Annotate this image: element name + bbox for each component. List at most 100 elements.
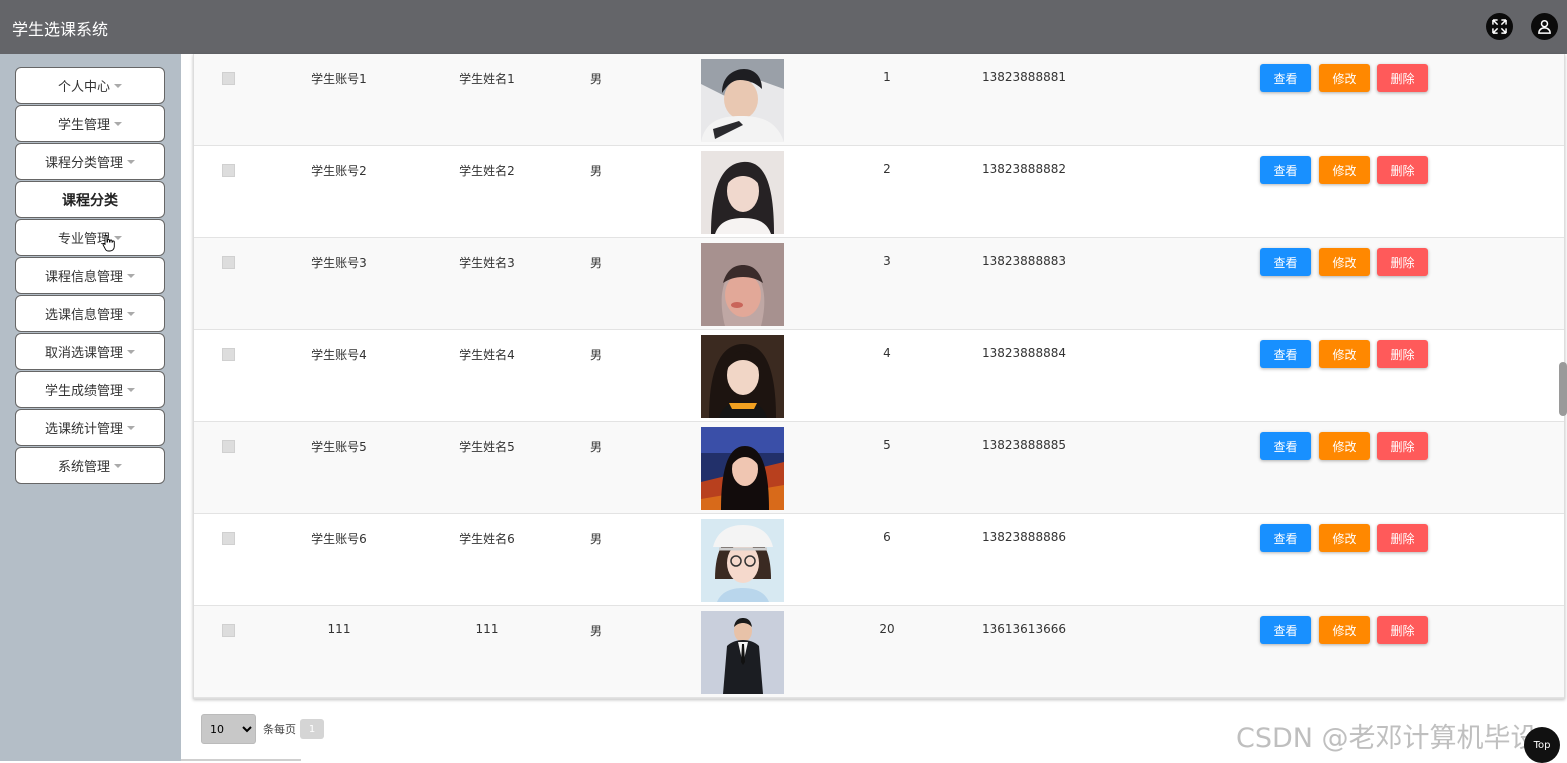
avatar: [701, 59, 784, 142]
view-button[interactable]: 查看: [1260, 248, 1311, 276]
delete-button[interactable]: 删除: [1377, 156, 1428, 184]
row-checkbox[interactable]: [222, 348, 235, 361]
view-button[interactable]: 查看: [1260, 64, 1311, 92]
gender-cell: 男: [589, 164, 602, 178]
account-cell: 学生账号6: [311, 532, 367, 546]
menu-item-label: 系统管理: [57, 460, 110, 475]
main-content: 学生账号1 学生姓名1 男 1 13823888881 查看 修改 删除 学生账…: [181, 54, 1567, 761]
view-button[interactable]: 查看: [1260, 524, 1311, 552]
delete-button[interactable]: 删除: [1377, 616, 1428, 644]
view-button[interactable]: 查看: [1260, 616, 1311, 644]
menu-item-grades-management[interactable]: 学生成绩管理: [15, 371, 165, 408]
name-cell: 学生姓名5: [459, 440, 515, 454]
menu-item-course-info-management[interactable]: 课程信息管理: [15, 257, 165, 294]
app-title: 学生选课系统: [12, 20, 109, 39]
menu-item-major-management[interactable]: 专业管理: [15, 219, 165, 256]
phone-cell: 13823888885: [982, 438, 1066, 452]
row-checkbox[interactable]: [222, 164, 235, 177]
page-size-select[interactable]: 10: [201, 714, 256, 744]
edit-button[interactable]: 修改: [1319, 156, 1370, 184]
avatar: [701, 611, 784, 694]
caret-down-icon: [114, 463, 122, 468]
avatar: [701, 243, 784, 326]
phone-cell: 13613613666: [982, 622, 1066, 636]
edit-button[interactable]: 修改: [1319, 616, 1370, 644]
row-checkbox[interactable]: [222, 440, 235, 453]
edit-button[interactable]: 修改: [1319, 524, 1370, 552]
number-cell: 6: [883, 530, 891, 544]
view-button[interactable]: 查看: [1260, 156, 1311, 184]
table-row: 学生账号1 学生姓名1 男 1 13823888881 查看 修改 删除: [194, 54, 1564, 146]
fullscreen-icon[interactable]: [1486, 13, 1513, 40]
number-cell: 2: [883, 162, 891, 176]
caret-down-icon: [127, 387, 135, 392]
name-cell: 学生姓名6: [459, 532, 515, 546]
delete-button[interactable]: 删除: [1377, 64, 1428, 92]
menu-item-cancel-selection-management[interactable]: 取消选课管理: [15, 333, 165, 370]
avatar: [701, 335, 784, 418]
gender-cell: 男: [589, 532, 602, 546]
name-cell: 111: [475, 622, 499, 636]
phone-cell: 13823888881: [982, 70, 1066, 84]
menu-item-label: 课程分类: [62, 192, 118, 209]
number-cell: 4: [883, 346, 891, 360]
menu-item-label: 取消选课管理: [44, 346, 123, 361]
menu-item-personal-center[interactable]: 个人中心: [15, 67, 165, 104]
edit-button[interactable]: 修改: [1319, 248, 1370, 276]
view-button[interactable]: 查看: [1260, 340, 1311, 368]
menu-item-label: 选课信息管理: [44, 308, 123, 323]
phone-cell: 13823888884: [982, 346, 1066, 360]
row-checkbox[interactable]: [222, 532, 235, 545]
pagination: 10 条每页 1: [201, 714, 324, 744]
table-row: 学生账号4 学生姓名4 男 4 13823888884 查看 修改 删除: [194, 330, 1564, 422]
menu-item-system-management[interactable]: 系统管理: [15, 447, 165, 484]
student-table: 学生账号1 学生姓名1 男 1 13823888881 查看 修改 删除 学生账…: [193, 54, 1565, 699]
page-number-button[interactable]: 1: [300, 719, 324, 739]
edit-button[interactable]: 修改: [1319, 64, 1370, 92]
delete-button[interactable]: 删除: [1377, 432, 1428, 460]
user-icon[interactable]: [1531, 13, 1558, 40]
header-bar: 学生选课系统: [0, 0, 1567, 54]
name-cell: 学生姓名4: [459, 348, 515, 362]
menu-item-label: 选课统计管理: [44, 422, 123, 437]
delete-button[interactable]: 删除: [1377, 248, 1428, 276]
back-to-top-button[interactable]: Top: [1524, 727, 1560, 763]
caret-down-icon: [127, 159, 135, 164]
account-cell: 学生账号3: [311, 256, 367, 270]
menu-item-student-management[interactable]: 学生管理: [15, 105, 165, 142]
row-checkbox[interactable]: [222, 256, 235, 269]
account-cell: 学生账号4: [311, 348, 367, 362]
number-cell: 3: [883, 254, 891, 268]
watermark: CSDN @老邓计算机毕设: [1236, 723, 1538, 754]
account-cell: 学生账号5: [311, 440, 367, 454]
gender-cell: 男: [589, 72, 602, 86]
phone-cell: 13823888882: [982, 162, 1066, 176]
caret-down-icon: [127, 425, 135, 430]
table-row: 学生账号3 学生姓名3 男 3 13823888883 查看 修改 删除: [194, 238, 1564, 330]
edit-button[interactable]: 修改: [1319, 432, 1370, 460]
menu-item-course-category-management[interactable]: 课程分类管理: [15, 143, 165, 180]
delete-button[interactable]: 删除: [1377, 524, 1428, 552]
name-cell: 学生姓名2: [459, 164, 515, 178]
menu-item-selection-info-management[interactable]: 选课信息管理: [15, 295, 165, 332]
delete-button[interactable]: 删除: [1377, 340, 1428, 368]
scrollbar-thumb[interactable]: [1559, 362, 1567, 416]
number-cell: 5: [883, 438, 891, 452]
table-row: 学生账号5 学生姓名5 男 5 13823888885 查看 修改 删除: [194, 422, 1564, 514]
menu-item-label: 课程分类管理: [44, 156, 123, 171]
account-cell: 111: [327, 622, 351, 636]
name-cell: 学生姓名3: [459, 256, 515, 270]
number-cell: 20: [879, 622, 895, 636]
edit-button[interactable]: 修改: [1319, 340, 1370, 368]
gender-cell: 男: [589, 348, 602, 362]
view-button[interactable]: 查看: [1260, 432, 1311, 460]
row-checkbox[interactable]: [222, 72, 235, 85]
menu-item-label: 学生管理: [57, 118, 110, 133]
menu-item-label: 课程信息管理: [44, 270, 123, 285]
row-checkbox[interactable]: [222, 624, 235, 637]
menu-item-selection-statistics-management[interactable]: 选课统计管理: [15, 409, 165, 446]
menu-item-course-category[interactable]: 课程分类: [15, 181, 165, 218]
caret-down-icon: [127, 349, 135, 354]
hand-cursor-icon: [102, 235, 115, 252]
number-cell: 1: [883, 70, 891, 84]
